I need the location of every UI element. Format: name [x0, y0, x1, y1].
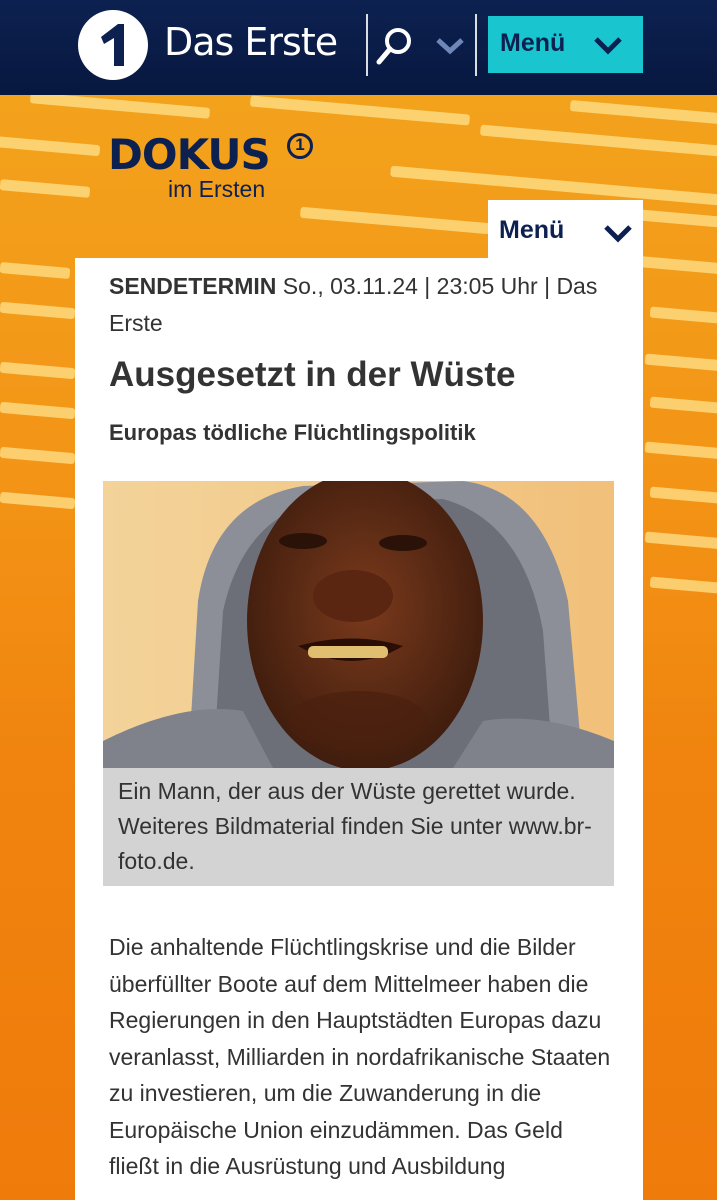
article-subtitle: Europas tödliche Flüchtlingspolitik — [109, 420, 476, 445]
das-erste-logo-icon[interactable] — [78, 10, 148, 80]
chevron-down-icon — [594, 37, 622, 55]
section-menu-button[interactable]: Menü — [488, 200, 643, 262]
chevron-down-icon — [604, 225, 632, 243]
broadcast-date: SENDETERMIN So., 03.11.24 | 23:05 Uhr | … — [109, 268, 609, 342]
section-menu-label: Menü — [499, 216, 565, 244]
image-caption: Ein Mann, der aus der Wüste gerettet wur… — [103, 768, 614, 886]
dokus-logo-subtitle: im Ersten — [168, 176, 266, 202]
top-navigation-bar: Das Erste Menü — [0, 0, 717, 95]
search-icon[interactable] — [374, 22, 418, 68]
article-body-text: Die anhaltende Flüchtlingskrise und die … — [109, 934, 611, 1179]
article-title: Ausgesetzt in der Wüste — [109, 355, 516, 394]
main-menu-button[interactable]: Menü — [488, 16, 643, 73]
divider — [475, 14, 477, 76]
brand-name[interactable]: Das Erste — [164, 20, 338, 64]
sendetermin-label: SENDETERMIN — [109, 273, 277, 299]
dokus-one-badge-icon: 1 — [287, 133, 313, 159]
chevron-down-icon[interactable] — [432, 30, 468, 64]
divider — [366, 14, 368, 76]
main-menu-label: Menü — [500, 29, 566, 57]
dokus-logo-title[interactable]: DOKUS — [108, 130, 271, 179]
article-photo[interactable] — [103, 481, 614, 768]
